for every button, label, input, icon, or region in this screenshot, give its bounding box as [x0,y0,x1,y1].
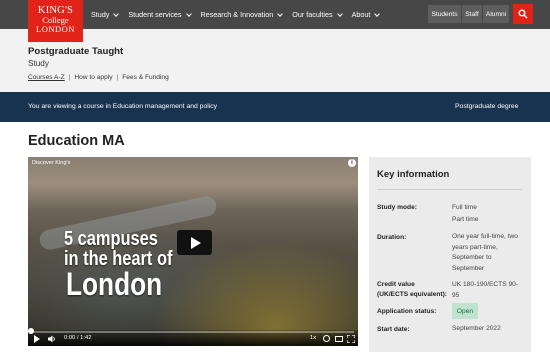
search-button[interactable] [513,4,533,24]
chevron-down-icon [277,10,284,17]
settings-icon[interactable] [323,335,330,342]
video-player[interactable]: Discover King's i 5 campuses in the hear… [28,157,358,346]
banner-text: You are viewing a course in Education ma… [28,103,218,110]
fullscreen-icon[interactable] [347,335,355,343]
picture-in-picture-icon[interactable] [335,336,343,342]
volume-icon[interactable] [48,335,56,343]
logo-line-1: KING'S [37,5,74,16]
chevron-down-icon [374,10,381,17]
playback-speed[interactable]: 1x [310,335,316,341]
menu-item-label: Our faculties [292,10,333,19]
control-play-icon[interactable] [34,335,40,343]
divider [377,189,522,190]
chevron-down-icon [185,10,192,17]
progress-bar[interactable] [32,331,354,333]
section-title: Postgraduate Taught [28,46,124,57]
menu-item-label: Research & Innovation [200,10,274,19]
duration: 1:42 [80,335,92,341]
application-status-label: Application status: [377,308,437,315]
duration-label: Duration: [377,234,407,241]
study-mode-value: Full time Part time [452,204,479,223]
play-button[interactable] [177,230,212,255]
banner-degree-type: Postgraduate degree [455,103,519,110]
fees-funding-link[interactable]: Fees & Funding [122,74,169,81]
time-display: 0:00 / 1:42 [64,335,91,341]
section-subtitle: Study [28,59,49,68]
start-date-value: September 2022 [452,325,501,332]
menu-item-student-services[interactable]: Student services [128,10,192,19]
logo-line-3: LONDON [36,24,75,34]
main-menu: Study Student services Research & Innova… [91,0,389,29]
progress-handle[interactable] [28,328,34,334]
menu-item-label: About [351,10,371,19]
page-title: Education MA [28,133,125,149]
kings-college-logo[interactable]: KING'S College LONDON [28,0,83,42]
staff-link[interactable]: Staff [462,5,482,23]
key-information-title: Key information [377,169,450,180]
menu-item-label: Study [91,10,110,19]
credit-value-label: Credit value (UK/ECTS equivalent): [377,281,447,298]
play-icon [190,236,201,249]
link-separator: | [68,74,71,81]
menu-item-about[interactable]: About [351,10,381,19]
info-icon[interactable]: i [348,159,356,167]
study-mode-label: Study mode: [377,204,417,211]
study-links: Courses A-Z | How to apply | Fees & Fund… [28,74,169,81]
how-to-apply-link[interactable]: How to apply [74,74,112,81]
video-headline-line-3: London [66,266,163,302]
start-date-label: Start date: [377,326,410,333]
students-link[interactable]: Students [428,5,461,23]
current-time: 0:00 [64,335,76,341]
status-badge: Open [452,303,478,319]
credit-value: UK 180-190/ECTS 90-95 [452,281,518,299]
alumni-link[interactable]: Alumni [483,5,509,23]
menu-item-our-faculties[interactable]: Our faculties [292,10,343,19]
menu-item-research-innovation[interactable]: Research & Innovation [200,10,284,19]
video-headline-line-1: 5 campuses [64,228,158,250]
menu-item-label: Student services [128,10,182,19]
courses-az-link[interactable]: Courses A-Z [28,74,65,81]
duration-value: One year full-time, two years part-time,… [452,233,518,272]
search-icon [518,9,528,19]
link-separator: | [116,74,119,81]
chevron-down-icon [336,10,343,17]
menu-item-study[interactable]: Study [91,10,120,19]
video-title: Discover King's [32,160,71,166]
chevron-down-icon [113,10,120,17]
